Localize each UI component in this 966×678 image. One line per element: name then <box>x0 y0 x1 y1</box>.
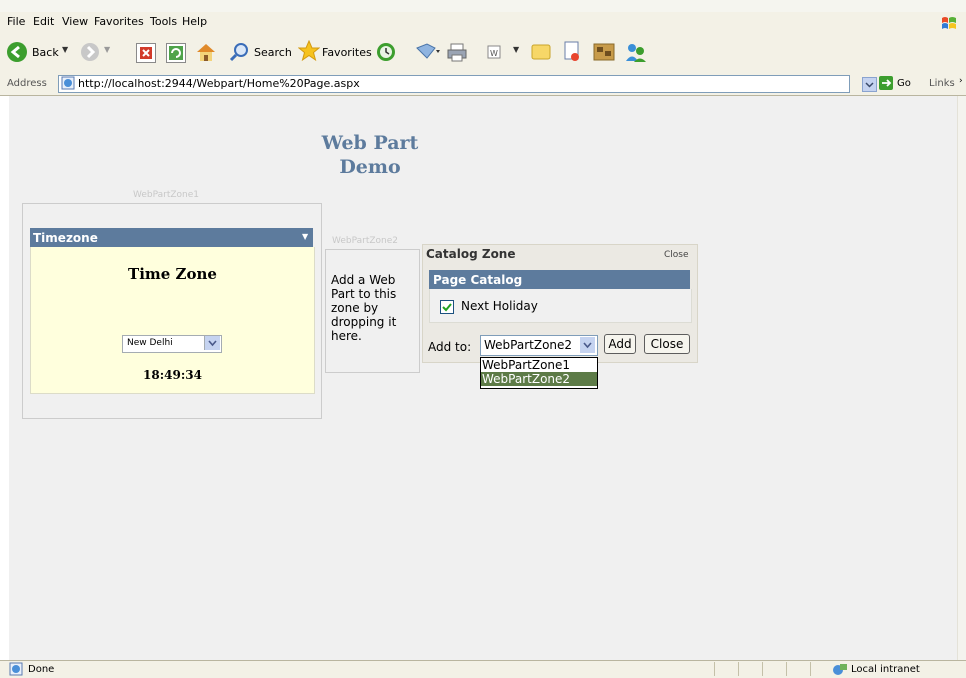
messenger-icon <box>593 43 615 61</box>
catalog-close-link[interactable]: Close <box>664 250 689 260</box>
status-text: Done <box>28 664 55 675</box>
menu-bar <box>0 12 966 35</box>
go-label[interactable]: Go <box>897 78 911 89</box>
dropdown-option-webpartzone1[interactable]: WebPartZone1 <box>481 358 598 372</box>
city-select-value[interactable]: New Delhi <box>127 338 173 348</box>
add-to-label: Add to: <box>428 340 472 354</box>
status-divider <box>762 662 763 676</box>
go-button[interactable] <box>879 76 893 90</box>
chevron-down-icon <box>208 340 217 347</box>
forward-dropdown-icon[interactable]: ▼ <box>104 45 110 54</box>
favorites-star-icon <box>297 39 321 62</box>
edit-page-icon: W <box>487 45 501 59</box>
close-button[interactable]: Close <box>644 334 690 354</box>
history-icon <box>377 43 395 61</box>
menu-tools[interactable]: Tools <box>150 15 177 28</box>
menu-file[interactable]: File <box>7 15 25 28</box>
mail-button[interactable] <box>415 42 441 65</box>
menu-favorites[interactable]: Favorites <box>94 15 144 28</box>
part-verbs-icon[interactable]: ▼ <box>302 232 308 241</box>
search-button[interactable] <box>229 42 251 65</box>
svg-text:W: W <box>490 49 498 58</box>
back-arrow-icon <box>7 42 27 62</box>
search-label[interactable]: Search <box>254 46 292 59</box>
checkmark-icon <box>442 303 452 312</box>
add-button[interactable]: Add <box>604 334 636 354</box>
menu-help[interactable]: Help <box>182 15 207 28</box>
stop-button[interactable] <box>136 43 156 63</box>
history-button[interactable] <box>376 42 396 65</box>
timezone-part-title: Timezone <box>33 231 98 245</box>
menu-edit[interactable]: Edit <box>33 15 54 28</box>
back-button[interactable] <box>6 41 28 63</box>
discuss-icon <box>531 44 551 60</box>
links-more-icon[interactable]: › <box>959 76 963 86</box>
zone-empty-text: Add a Web Part to this zone by dropping … <box>331 273 397 343</box>
next-holiday-checkbox[interactable] <box>440 300 454 314</box>
ie-page-icon <box>9 662 23 676</box>
edit-button[interactable]: W <box>486 44 502 63</box>
next-holiday-label[interactable]: Next Holiday <box>461 299 538 313</box>
chevron-down-icon <box>865 82 874 88</box>
catalog-zone-title: Catalog Zone <box>426 247 516 261</box>
mail-icon <box>416 43 440 59</box>
page-icon <box>61 76 75 90</box>
vertical-scrollbar[interactable] <box>957 96 966 660</box>
address-url[interactable]: http://localhost:2944/Webpart/Home%20Pag… <box>78 77 360 90</box>
back-dropdown-icon[interactable]: ▼ <box>62 45 68 54</box>
search-icon <box>229 43 248 62</box>
security-zone-text: Local intranet <box>851 664 920 675</box>
status-divider <box>738 662 739 676</box>
status-divider <box>714 662 715 676</box>
home-button[interactable] <box>195 42 217 65</box>
timezone-heading: Time Zone <box>128 265 217 283</box>
print-icon <box>447 43 467 62</box>
status-divider <box>810 662 811 676</box>
go-arrow-icon <box>882 79 892 87</box>
users-icon <box>626 44 646 62</box>
chevron-down-icon <box>583 342 592 349</box>
add-to-value[interactable]: WebPartZone2 <box>484 338 572 352</box>
menu-view[interactable]: View <box>62 15 88 28</box>
content-left-edge <box>0 96 9 660</box>
discuss-button[interactable] <box>531 43 551 64</box>
current-time: 18:49:34 <box>143 368 202 382</box>
messenger-button[interactable] <box>592 41 616 66</box>
windows-logo-icon <box>942 17 956 29</box>
webpartzone2-label: WebPartZone2 <box>332 236 399 246</box>
refresh-button[interactable] <box>166 43 186 63</box>
city-select-button[interactable] <box>204 336 220 350</box>
print-button[interactable] <box>446 42 468 65</box>
address-label: Address <box>7 78 47 89</box>
back-label[interactable]: Back <box>32 46 59 59</box>
research-icon <box>564 41 579 61</box>
links-label[interactable]: Links <box>929 78 955 89</box>
dropdown-option-webpartzone2[interactable]: WebPartZone2 <box>481 372 597 386</box>
home-icon <box>197 44 215 61</box>
page-title: Web Part Demo <box>300 131 440 179</box>
status-bar <box>0 660 966 678</box>
status-divider <box>786 662 787 676</box>
page-title-line2: Demo <box>339 156 401 178</box>
edit-dropdown-icon[interactable]: ▼ <box>513 45 519 54</box>
stop-icon <box>140 47 152 59</box>
add-to-dropdown-button[interactable] <box>580 337 595 353</box>
forward-button[interactable] <box>80 42 100 65</box>
page-title-line1: Web Part <box>321 132 419 154</box>
webpartzone1-label: WebPartZone1 <box>133 190 200 200</box>
page-catalog-title: Page Catalog <box>433 273 523 287</box>
favorites-label[interactable]: Favorites <box>322 46 372 59</box>
users-button[interactable] <box>624 41 648 66</box>
address-dropdown-button[interactable] <box>862 77 877 92</box>
forward-arrow-icon <box>81 43 99 61</box>
local-intranet-icon <box>833 664 847 675</box>
research-button[interactable] <box>562 41 582 66</box>
refresh-icon <box>169 46 183 60</box>
favorites-button[interactable] <box>297 39 321 65</box>
